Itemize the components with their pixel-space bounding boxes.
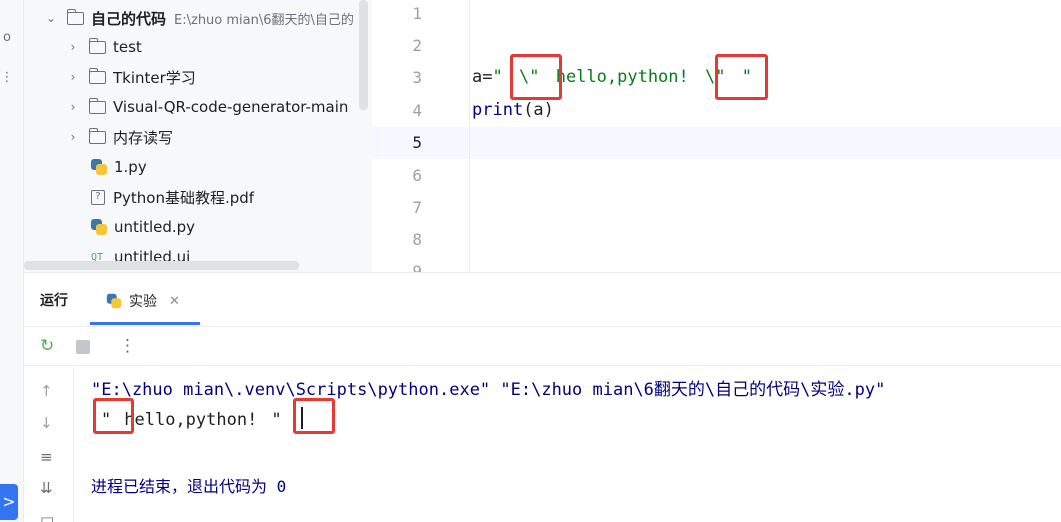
folder-icon (88, 67, 106, 84)
print-icon[interactable]: ▭ (40, 510, 54, 522)
root-folder-label: 自己的代码 (91, 9, 167, 28)
line-number: 6 (412, 166, 422, 185)
tree-item-label: test (113, 38, 142, 56)
tree-horizontal-scrollbar[interactable] (24, 261, 299, 270)
chevron-right-icon[interactable]: › (66, 40, 80, 54)
output-quote-2: " (271, 410, 282, 430)
current-line-highlight (372, 127, 1061, 159)
rerun-icon[interactable]: ↻ (40, 336, 54, 356)
tree-item-test[interactable]: › test (66, 32, 372, 62)
tree-item-1py[interactable]: 1.py (91, 152, 372, 182)
line-number: 8 (412, 230, 422, 249)
root-path: E:\zhuo mian\6翻天的\自己的 (174, 12, 354, 28)
tree-item-pdf[interactable]: ? Python基础教程.pdf (91, 182, 372, 212)
code-var: a= (472, 67, 493, 87)
run-tool-button[interactable]: > (0, 484, 18, 520)
more-tools-icon[interactable]: ⋮ (0, 70, 14, 85)
folder-icon (88, 127, 106, 144)
tree-item-label: Python基础教程.pdf (113, 188, 255, 207)
folder-icon (88, 97, 106, 114)
activity-bar: o ⋮ > (0, 0, 24, 522)
run-icon: > (2, 492, 16, 511)
tree-root[interactable]: ⌄ 自己的代码 E:\zhuo mian\6翻天的\自己的 (44, 3, 372, 33)
gutter-divider (469, 0, 470, 272)
tree-item-memory[interactable]: › 内存读写 (66, 122, 372, 152)
tree-item-label: Tkinter学习 (113, 68, 196, 87)
tree-item-untitled-py[interactable]: untitled.py (91, 212, 372, 242)
run-panel-title: 运行 (40, 293, 68, 309)
folder-icon (88, 37, 106, 54)
code-string-mid: hello,python! (545, 67, 699, 87)
stop-icon[interactable] (76, 340, 90, 354)
run-toolbar (24, 326, 1061, 366)
tree-item-qr-generator[interactable]: › Visual-QR-code-generator-main (66, 92, 372, 122)
folder-icon (66, 8, 84, 25)
code-builtin: print (472, 100, 524, 120)
scroll-to-end-icon[interactable]: ⇊ (40, 479, 53, 497)
python-file-icon (91, 219, 107, 235)
tree-vertical-scrollbar[interactable] (359, 0, 368, 110)
annotation-box-output-2 (293, 398, 335, 434)
project-tree: ⌄ 自己的代码 E:\zhuo mian\6翻天的\自己的 › test › T… (24, 0, 372, 272)
tree-item-label: 内存读写 (113, 128, 174, 147)
scroll-down-icon[interactable]: ↓ (40, 414, 53, 432)
chevron-down-icon[interactable]: ⌄ (44, 11, 58, 25)
chevron-right-icon[interactable]: › (66, 100, 80, 114)
annotation-box-editor-2 (715, 54, 768, 100)
tree-item-tkinter[interactable]: › Tkinter学习 (66, 62, 372, 92)
commit-icon[interactable]: o (0, 30, 14, 45)
code-args: (a) (523, 100, 554, 120)
line-number: 1 (412, 4, 422, 23)
soft-wrap-icon[interactable]: ≡ (40, 448, 53, 466)
python-file-icon (106, 293, 122, 309)
line-number: 7 (412, 198, 422, 217)
line-number: 2 (412, 36, 422, 55)
chevron-right-icon[interactable]: › (66, 130, 80, 144)
code-string-open: " (492, 67, 503, 87)
annotation-box-editor-1 (510, 54, 562, 100)
tree-item-label: untitled.py (114, 218, 196, 236)
output-text: hello,python! (124, 410, 258, 430)
console-exit-message: 进程已结束，退出代码为 0 (91, 477, 287, 496)
line-number: 3 (412, 68, 422, 87)
code-line-4[interactable]: print(a) (472, 100, 554, 120)
close-icon[interactable]: ✕ (169, 294, 180, 309)
scroll-up-icon[interactable]: ↑ (40, 382, 53, 400)
unknown-file-icon: ? (91, 189, 105, 205)
tab-label: 实验 (129, 294, 157, 310)
line-number: 4 (412, 101, 422, 120)
chevron-right-icon[interactable]: › (66, 70, 80, 84)
annotation-box-output-1 (93, 398, 134, 434)
line-number: 5 (412, 133, 422, 152)
more-vertical-icon[interactable]: ⋮ (119, 336, 136, 356)
tree-item-label: Visual-QR-code-generator-main (113, 98, 349, 116)
tab-run-config[interactable]: 实验 ✕ (90, 280, 200, 325)
tree-item-label: 1.py (114, 158, 147, 176)
console-command-line: "E:\zhuo mian\.venv\Scripts\python.exe" … (91, 380, 886, 400)
python-file-icon (91, 159, 107, 175)
